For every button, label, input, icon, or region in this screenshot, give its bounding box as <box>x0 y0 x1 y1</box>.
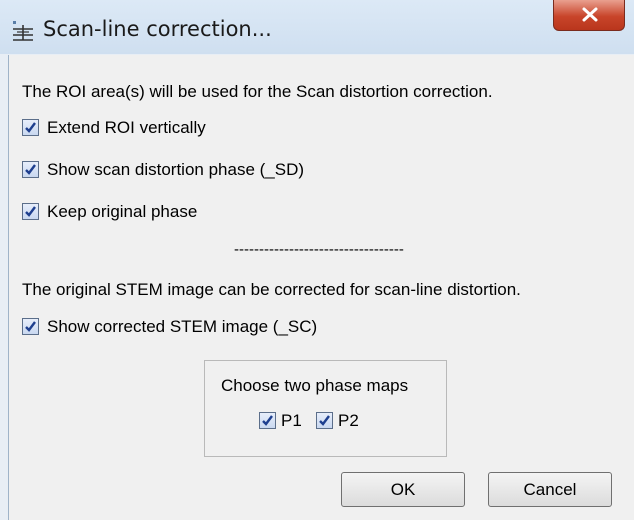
keep-original-phase-label: Keep original phase <box>47 202 198 221</box>
cancel-button[interactable]: Cancel <box>488 472 612 507</box>
p2-label: P2 <box>338 411 359 430</box>
check-icon <box>25 164 36 175</box>
check-icon <box>262 415 273 426</box>
check-icon <box>25 321 36 332</box>
title-bar[interactable]: Scan-line correction... <box>0 0 634 54</box>
checkbox-box[interactable] <box>22 161 39 178</box>
close-icon <box>582 7 598 22</box>
dialog-body: The ROI area(s) will be used for the Sca… <box>8 55 634 520</box>
checkbox-box[interactable] <box>259 412 276 429</box>
check-icon <box>25 206 36 217</box>
window-title: Scan-line correction... <box>43 17 272 41</box>
check-icon <box>319 415 330 426</box>
check-icon <box>25 122 36 133</box>
roi-intro-text: The ROI area(s) will be used for the Sca… <box>22 82 493 101</box>
checkbox-box[interactable] <box>316 412 333 429</box>
p1-label: P1 <box>281 411 302 430</box>
show-corrected-stem-label: Show corrected STEM image (_SC) <box>47 317 318 336</box>
separator-line: ---------------------------------- <box>234 241 404 258</box>
extend-roi-label: Extend ROI vertically <box>47 118 206 137</box>
checkbox-box[interactable] <box>22 318 39 335</box>
phase-maps-group: Choose two phase maps P1 P2 <box>204 360 447 457</box>
checkbox-box[interactable] <box>22 119 39 136</box>
stem-intro-text: The original STEM image can be corrected… <box>22 280 521 299</box>
phase-maps-title: Choose two phase maps <box>221 376 409 395</box>
checkbox-box[interactable] <box>22 203 39 220</box>
show-sd-phase-label: Show scan distortion phase (_SD) <box>47 160 305 179</box>
ok-button[interactable]: OK <box>341 472 465 507</box>
close-button[interactable] <box>553 0 625 31</box>
scan-line-app-icon <box>13 21 33 41</box>
